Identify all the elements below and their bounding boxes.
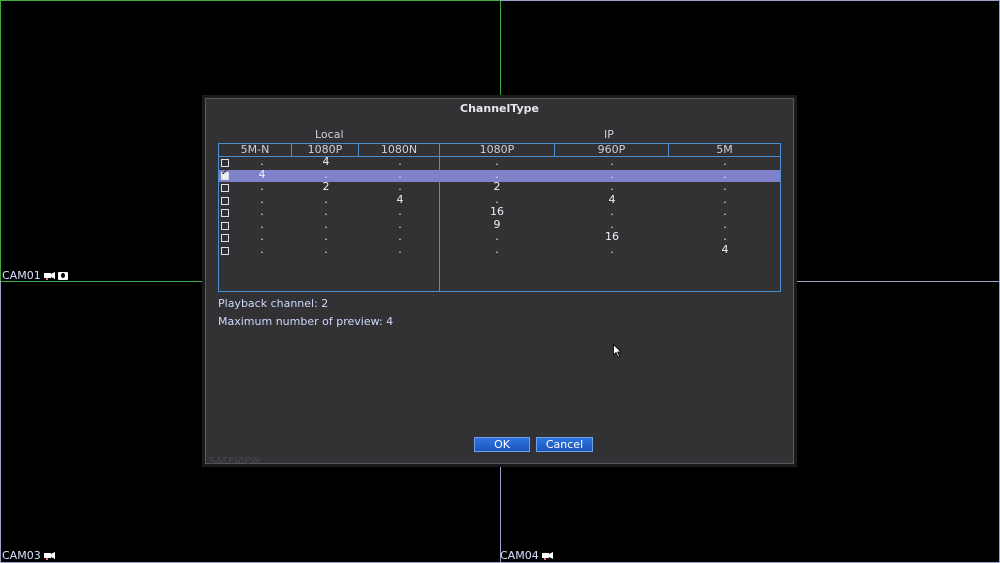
row-checkbox[interactable]	[221, 221, 229, 230]
channel-cell: .	[610, 242, 614, 256]
row-checkbox[interactable]	[221, 196, 229, 205]
ok-button[interactable]: OK	[474, 437, 530, 452]
channel-cell: .	[610, 217, 614, 231]
channel-cell: .	[398, 242, 402, 256]
channel-cell: .	[495, 230, 499, 243]
channel-cell: .	[324, 230, 328, 243]
dialog-title: ChannelType	[460, 102, 539, 115]
mouse-cursor-icon	[613, 344, 622, 358]
channel-cell: .	[610, 167, 614, 181]
channel-cell: .	[610, 180, 614, 193]
channel-cell: 4	[396, 192, 404, 206]
max-preview-text: Maximum number of preview: 4	[218, 315, 394, 328]
channel-cell: .	[495, 167, 499, 181]
cancel-button[interactable]: Cancel	[536, 437, 593, 452]
channel-row[interactable]: . 4....	[219, 155, 780, 169]
channel-cell: 2	[322, 180, 330, 193]
channel-cell: .	[260, 192, 264, 206]
channel-cell: 4	[322, 155, 330, 168]
channel-row[interactable]: ..... 4	[219, 242, 780, 257]
channel-cell: 4	[258, 167, 266, 181]
channel-cell: .	[398, 205, 402, 218]
channel-cell: .	[324, 242, 328, 256]
channel-table: 5M-N 1080P 1080N 1080P 960P 5M .4....4..…	[218, 143, 781, 292]
channel-cell: 16	[490, 205, 504, 218]
camera-icon	[43, 552, 55, 560]
camera-icon	[541, 552, 553, 560]
channel-cell: .	[610, 155, 614, 168]
playback-channel-text: Playback channel: 2	[218, 297, 329, 310]
channel-cell: 2	[493, 180, 501, 193]
camera-label-4: CAM04	[500, 549, 553, 562]
channel-cell: .	[723, 230, 727, 243]
row-checkbox[interactable]	[221, 168, 229, 180]
row-checkbox[interactable]	[221, 234, 229, 242]
channel-cell: .	[260, 217, 264, 231]
ip-group-label: IP	[604, 128, 614, 141]
channel-cell: .	[260, 205, 264, 218]
channel-cell: .	[324, 217, 328, 231]
row-checkbox[interactable]	[221, 159, 229, 167]
record-icon	[57, 271, 68, 280]
channel-cell: .	[398, 167, 402, 181]
channel-cell: .	[260, 155, 264, 168]
channel-cell: 4	[608, 192, 616, 206]
channel-cell: .	[324, 192, 328, 206]
camera-icon	[43, 272, 55, 280]
channel-cell: .	[723, 180, 727, 193]
channel-cell: .	[398, 155, 402, 168]
channel-cell: .	[398, 217, 402, 231]
row-checkbox[interactable]	[221, 184, 229, 192]
channel-cell: .	[260, 230, 264, 243]
watermark-logo: SAFEVIEW	[209, 456, 261, 467]
channel-cell: 9	[493, 217, 501, 231]
local-group-label: Local	[315, 128, 344, 141]
channel-cell: .	[260, 180, 264, 193]
camera-name: CAM03	[2, 549, 41, 562]
channel-cell: .	[260, 242, 264, 256]
camera-label-3: CAM03	[2, 549, 55, 562]
channel-cell: .	[398, 180, 402, 193]
channel-cell: .	[324, 205, 328, 218]
channel-cell: .	[495, 155, 499, 168]
channel-cell: .	[398, 230, 402, 243]
channel-cell: .	[723, 205, 727, 218]
channel-cell: .	[495, 192, 499, 206]
channel-cell: .	[324, 167, 328, 181]
channel-cell: .	[495, 242, 499, 256]
channel-cell: .	[723, 217, 727, 231]
channel-row[interactable]: .... 16.	[219, 230, 780, 244]
channel-row[interactable]: . 2. 2..	[219, 180, 780, 194]
camera-name: CAM04	[500, 549, 539, 562]
channel-cell: .	[723, 192, 727, 206]
channel-cell: .	[610, 205, 614, 218]
channel-type-dialog: ChannelType Local IP 5M-N 1080P 1080N 10…	[205, 98, 794, 467]
row-checkbox[interactable]	[221, 246, 229, 255]
row-checkbox[interactable]	[221, 209, 229, 217]
channel-cell: .	[723, 155, 727, 168]
channel-cell: 16	[605, 230, 619, 243]
channel-row[interactable]: ... 9..	[219, 217, 780, 232]
channel-cell: .	[723, 167, 727, 181]
channel-cell: 4	[721, 242, 729, 256]
